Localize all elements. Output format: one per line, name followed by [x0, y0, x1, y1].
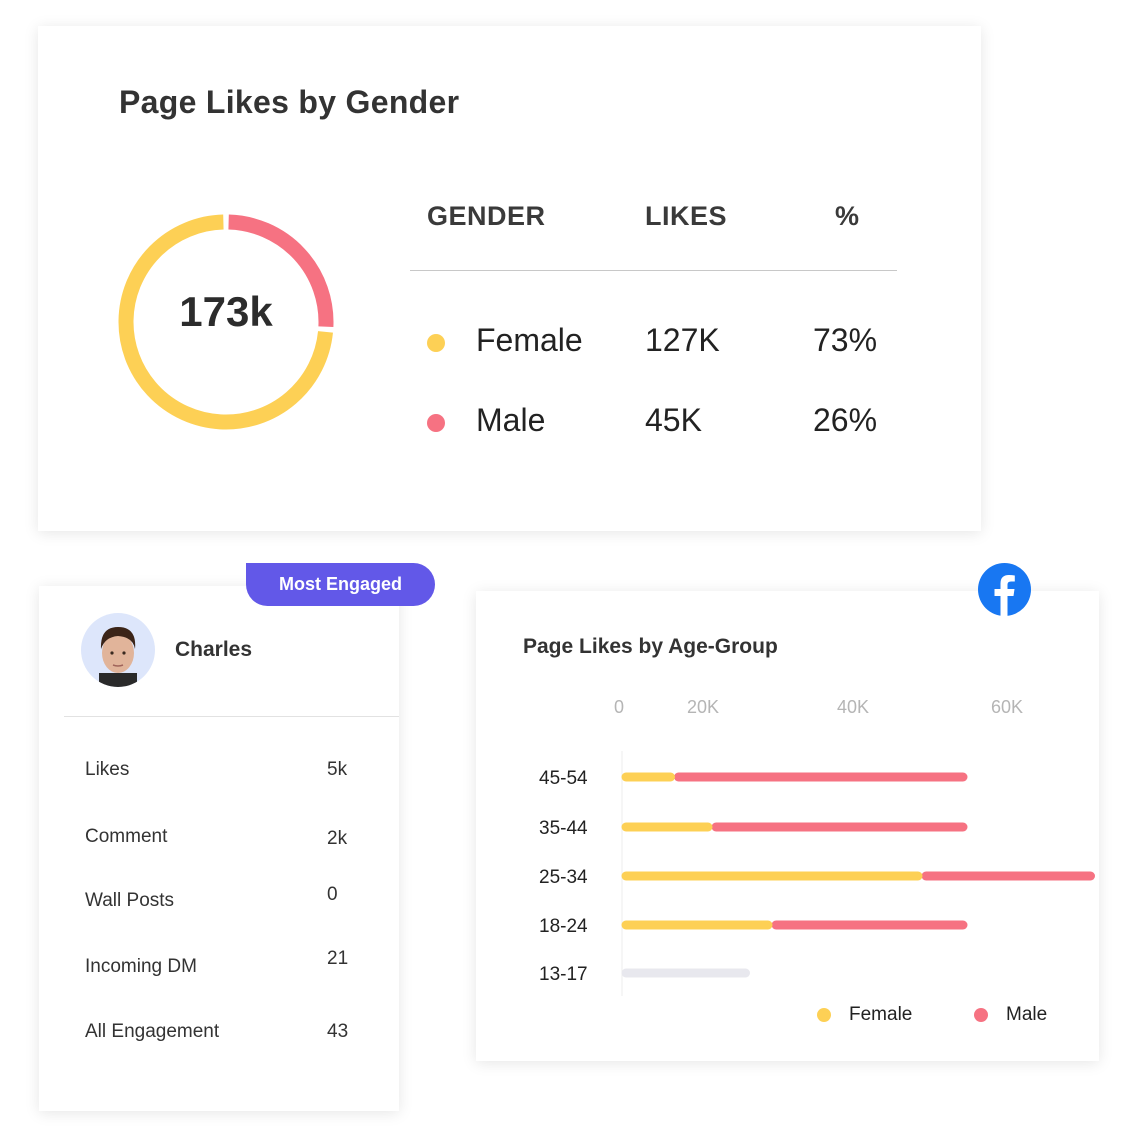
user-photo-icon: [99, 627, 137, 687]
gender-percent: 26%: [813, 402, 878, 438]
most-engaged-card: Charles Likes 5k Comment 2k Wall Posts 0…: [39, 586, 399, 1111]
user-name: Charles: [175, 638, 253, 661]
header-divider: [410, 270, 897, 271]
profile-divider: [64, 716, 399, 717]
female-dot-icon: [427, 334, 445, 352]
legend-male-dot-icon: [974, 1008, 988, 1022]
gender-likes: 127K: [645, 322, 720, 358]
most-engaged-badge: Most Engaged: [246, 563, 435, 606]
gender-row-female: Female 127K 73%: [38, 322, 981, 362]
gender-likes: 45K: [645, 402, 702, 438]
y-tick-label: 35-44: [539, 818, 588, 839]
y-tick-label: 25-34: [539, 867, 588, 888]
stat-label: Likes: [85, 759, 130, 780]
gender-name: Female: [476, 322, 583, 358]
header-gender: GENDER: [427, 201, 546, 231]
header-percent: %: [835, 201, 860, 231]
stat-row-wall-posts: Wall Posts 0: [39, 884, 399, 920]
stat-row-comment: Comment 2k: [39, 826, 399, 856]
stat-value: 2k: [327, 828, 348, 849]
stat-value: 5k: [327, 759, 348, 780]
age-bar-chart: 0 20K 40K 60K 45-54 35-44 25-34 18-24 13-17 Femal…: [539, 697, 1095, 1025]
x-tick-label: 60K: [991, 697, 1023, 717]
stat-label: Incoming DM: [85, 956, 197, 977]
stat-row-incoming-dm: Incoming DM 21: [39, 948, 399, 986]
stat-value: 0: [327, 884, 338, 905]
stat-label: All Engagement: [85, 1021, 220, 1042]
stat-row-likes: Likes 5k: [39, 759, 399, 789]
y-tick-label: 13-17: [539, 964, 588, 985]
y-tick-label: 45-54: [539, 768, 588, 789]
gender-row-male: Male 45K 26%: [38, 402, 981, 442]
stat-label: Comment: [85, 826, 168, 847]
x-tick-label: 40K: [837, 697, 869, 717]
x-tick-label: 0: [614, 697, 624, 717]
gender-chart-title: Page Likes by Gender: [119, 84, 460, 120]
gender-name: Male: [476, 402, 546, 438]
male-dot-icon: [427, 414, 445, 432]
legend-female-dot-icon: [817, 1008, 831, 1022]
y-tick-label: 18-24: [539, 916, 588, 937]
x-tick-label: 20K: [687, 697, 719, 717]
legend-female-label: Female: [849, 1004, 912, 1025]
stat-label: Wall Posts: [85, 890, 175, 911]
avatar[interactable]: [81, 613, 155, 687]
stat-value: 43: [327, 1021, 349, 1042]
stat-value: 21: [327, 948, 349, 969]
gender-card: Page Likes by Gender 173k GENDER LIKES %…: [38, 26, 981, 531]
header-likes: LIKES: [645, 201, 728, 231]
facebook-icon[interactable]: [978, 563, 1031, 616]
gender-percent: 73%: [813, 322, 878, 358]
stat-row-all-engagement: All Engagement 43: [39, 1021, 399, 1051]
legend-male-label: Male: [1006, 1004, 1047, 1025]
